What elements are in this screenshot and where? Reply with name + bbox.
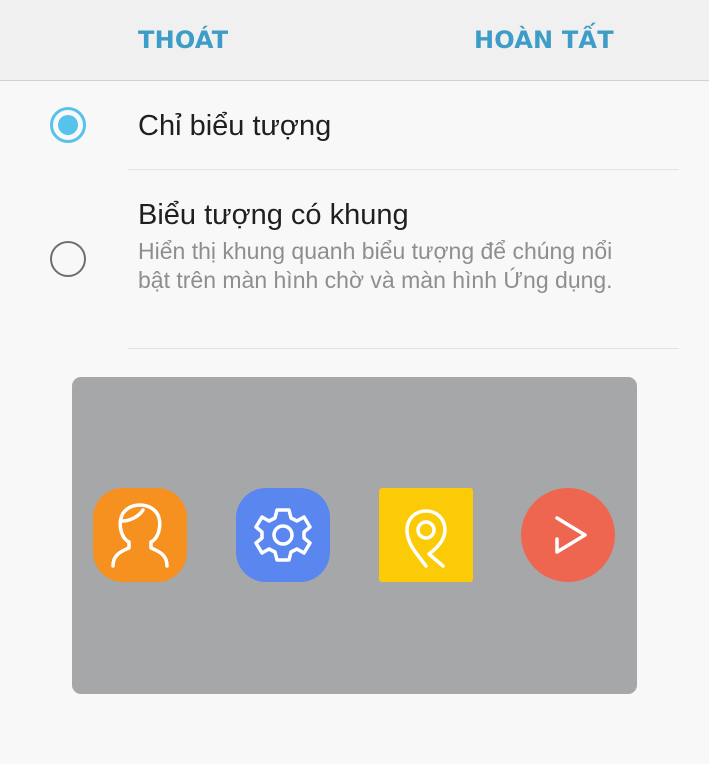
radio-icon-frames[interactable] — [50, 241, 86, 277]
divider — [128, 348, 679, 349]
option-icon-frames-description: Hiển thị khung quanh biểu tượng để chúng… — [138, 238, 613, 293]
contacts-icon — [93, 488, 187, 582]
done-button[interactable]: HOÀN TẤT — [474, 26, 614, 54]
video-play-icon — [521, 488, 615, 582]
radio-icons-only[interactable] — [50, 107, 86, 143]
settings-icon — [236, 488, 330, 582]
option-icons-only-label[interactable]: Chỉ biểu tượng — [138, 110, 331, 143]
top-action-bar: THOÁT HOÀN TẤT — [0, 0, 709, 81]
option-icon-frames-label[interactable]: Biểu tượng có khung — [138, 199, 409, 232]
icon-preview-panel — [72, 377, 637, 694]
maps-pin-icon — [379, 488, 473, 582]
exit-button[interactable]: THOÁT — [138, 26, 228, 54]
divider — [128, 169, 679, 170]
